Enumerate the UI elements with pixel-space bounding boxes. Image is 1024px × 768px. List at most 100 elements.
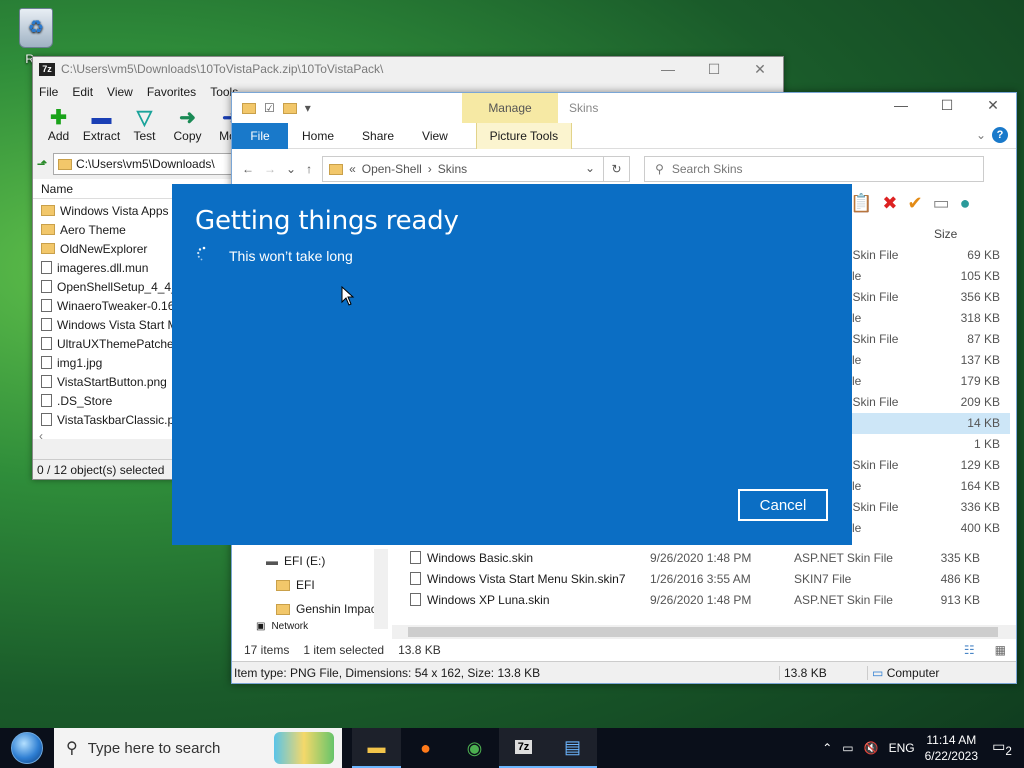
- table-row[interactable]: Windows Basic.skin 9/26/2020 1:48 PM ASP.…: [410, 547, 980, 568]
- nav-item-efi-drive[interactable]: ▬ EFI (E:): [232, 549, 388, 573]
- table-row[interactable]: T Skin File 129 KB: [842, 455, 1010, 476]
- language-indicator[interactable]: ENG: [889, 741, 915, 755]
- taskbar: ⚲ Type here to search ▬ ● ◉ 7z ▤ ⌃ ▭ 🔇 E…: [0, 728, 1024, 768]
- forward-arrow-icon[interactable]: →: [264, 162, 276, 176]
- computer-icon: ▭: [872, 665, 884, 680]
- tiles-view-icon[interactable]: ▦: [995, 643, 1006, 657]
- add-icon: ✚: [50, 107, 67, 129]
- cancel-button[interactable]: Cancel: [738, 489, 828, 521]
- show-hidden-icons-icon[interactable]: ⌃: [822, 741, 832, 755]
- maximize-icon[interactable]: ☐: [691, 61, 737, 78]
- explorer-titlebar[interactable]: ☑ ▾ Manage Skins — ☐ ✕: [232, 93, 1016, 123]
- close-icon[interactable]: ✕: [970, 97, 1016, 114]
- notification-center[interactable]: ▭2: [988, 738, 1016, 758]
- clock[interactable]: 11:14 AM 6/22/2023: [925, 732, 978, 764]
- table-row[interactable]: File179 KB: [842, 371, 1010, 392]
- manage-context-tab[interactable]: Manage: [462, 93, 558, 123]
- up-arrow-icon[interactable]: ↑: [306, 162, 312, 176]
- table-row[interactable]: T Skin File 336 KB: [842, 497, 1010, 518]
- explorer-status-bar: 17 items 1 item selected 13.8 KB ☷ ▦: [232, 639, 1016, 661]
- tab-picture-tools[interactable]: Picture Tools: [475, 122, 572, 149]
- extract-button[interactable]: ▬ Extract: [80, 107, 123, 143]
- maximize-icon[interactable]: ☐: [924, 97, 970, 114]
- table-row-selected[interactable]: e14 KB: [842, 413, 1010, 434]
- tab-view[interactable]: View: [408, 123, 462, 149]
- table-row[interactable]: T Skin File 356 KB: [842, 287, 1010, 308]
- menu-favorites[interactable]: Favorites: [147, 85, 196, 99]
- horizontal-scrollbar[interactable]: [392, 625, 1016, 639]
- file-explorer-icon[interactable]: ▬: [352, 728, 401, 768]
- breadcrumb-open-shell[interactable]: Open-Shell: [362, 162, 422, 176]
- close-icon[interactable]: ✕: [737, 61, 783, 78]
- file-name: Aero Theme: [60, 222, 126, 237]
- properties-icon[interactable]: ☑: [264, 101, 275, 115]
- ribbon-expand-icon[interactable]: ⌄: [976, 128, 986, 142]
- volume-muted-icon[interactable]: 🔇: [864, 741, 879, 755]
- table-row[interactable]: File400 KB: [842, 518, 1010, 539]
- table-row[interactable]: File318 KB: [842, 308, 1010, 329]
- test-icon: ▽: [136, 107, 153, 129]
- check-icon[interactable]: ✔: [908, 193, 923, 214]
- add-button[interactable]: ✚ Add: [37, 107, 80, 143]
- nav-item-efi[interactable]: EFI: [232, 573, 388, 597]
- table-row[interactable]: File137 KB: [842, 350, 1010, 371]
- address-bar[interactable]: « Open-Shell › Skins ⌄ ↻: [322, 156, 631, 182]
- folder-icon: [41, 224, 55, 235]
- table-row[interactable]: Windows Vista Start Menu Skin.skin7 1/26…: [410, 568, 980, 589]
- table-row[interactable]: File164 KB: [842, 476, 1010, 497]
- tab-file[interactable]: File: [232, 122, 288, 149]
- start-button[interactable]: [0, 728, 54, 768]
- recycle-bin-icon: [19, 8, 53, 48]
- nav-item-genshin[interactable]: Genshin Impac: [232, 597, 388, 621]
- tab-share[interactable]: Share: [348, 123, 408, 149]
- breadcrumb-skins[interactable]: Skins: [438, 162, 467, 176]
- new-folder-icon[interactable]: [282, 102, 297, 114]
- folder-icon: [276, 603, 290, 615]
- shell-icon[interactable]: ●: [960, 193, 971, 214]
- firefox-icon[interactable]: ●: [401, 728, 450, 768]
- file-name: WinaeroTweaker-0.16.: [57, 298, 178, 313]
- up-folder-icon[interactable]: ⬏: [37, 157, 47, 171]
- address-dropdown-icon[interactable]: ⌄: [585, 161, 595, 175]
- taskbar-search[interactable]: ⚲ Type here to search: [54, 728, 342, 768]
- 7zip-app-icon: 7z: [39, 62, 55, 76]
- 7zip-titlebar[interactable]: 7z C:\Users\vm5\Downloads\10ToVistaPack.…: [33, 57, 783, 81]
- table-row[interactable]: T Skin File 69 KB: [842, 245, 1010, 266]
- network-icon[interactable]: ▭: [842, 741, 853, 755]
- qat-dropdown-icon[interactable]: ▾: [305, 101, 311, 115]
- file-name: Windows Vista Apps: [60, 203, 169, 218]
- back-arrow-icon[interactable]: ←: [242, 162, 254, 176]
- menu-edit[interactable]: Edit: [72, 85, 93, 99]
- menu-view[interactable]: View: [107, 85, 133, 99]
- copy-icon[interactable]: 📋: [850, 193, 872, 214]
- recent-dropdown-icon[interactable]: ⌄: [286, 162, 296, 176]
- nav-item-network[interactable]: ▣ Network: [232, 621, 388, 631]
- nav-pane-scrollbar[interactable]: [374, 549, 388, 629]
- details-view-icon[interactable]: ☷: [964, 643, 975, 657]
- dialog-title: Getting things ready: [195, 206, 459, 236]
- explorer-window-icon[interactable]: ▤: [548, 728, 597, 768]
- chrome-icon[interactable]: ◉: [450, 728, 499, 768]
- tab-home[interactable]: Home: [288, 123, 348, 149]
- copy-button[interactable]: ➜ Copy: [166, 107, 209, 143]
- mouse-cursor-icon: [341, 286, 355, 306]
- delete-icon[interactable]: ✖: [882, 193, 897, 214]
- file-name: OpenShellSetup_4_4_1: [57, 279, 185, 294]
- test-button[interactable]: ▽ Test: [123, 107, 166, 143]
- search-input[interactable]: ⚲ Search Skins: [644, 156, 985, 182]
- detail-location: ▭ Computer: [867, 665, 939, 680]
- 7zip-icon[interactable]: 7z: [499, 728, 548, 768]
- column-header-size[interactable]: Size: [934, 227, 957, 241]
- table-row[interactable]: File105 KB: [842, 266, 1010, 287]
- table-row[interactable]: T Skin File 209 KB: [842, 392, 1010, 413]
- minimize-icon[interactable]: —: [878, 97, 924, 114]
- refresh-icon[interactable]: ↻: [603, 157, 629, 181]
- table-row[interactable]: T Skin File 87 KB: [842, 329, 1010, 350]
- file-name: Windows Vista Start M: [57, 317, 178, 332]
- rename-icon[interactable]: ▭: [933, 193, 950, 214]
- table-row[interactable]: Windows XP Luna.skin 9/26/2020 1:48 PM AS…: [410, 589, 980, 610]
- help-icon[interactable]: ?: [992, 127, 1008, 143]
- minimize-icon[interactable]: —: [645, 61, 691, 78]
- menu-file[interactable]: File: [39, 85, 58, 99]
- table-row[interactable]: e1 KB: [842, 434, 1010, 455]
